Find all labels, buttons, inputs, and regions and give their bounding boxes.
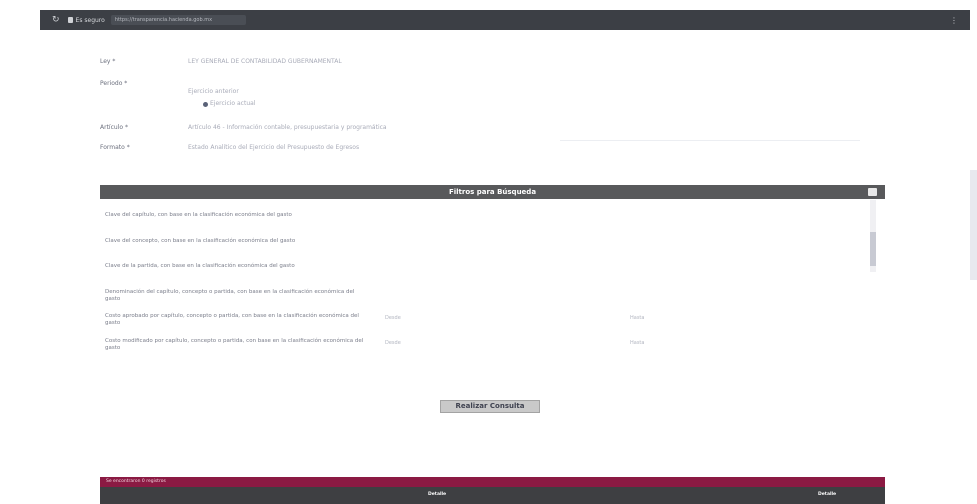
ley-select[interactable]: LEY GENERAL DE CONTABILIDAD GUBERNAMENTA… [188,58,342,65]
secure-label: Es seguro [75,16,105,24]
filter-clave-concepto-label: Clave del concepto, con base en la clasi… [105,238,296,244]
results-table-header: Detalle Detalle [100,487,885,504]
aprobado-from-input[interactable]: Desde [385,315,401,321]
periodo-label: Periodo * [100,80,128,87]
filter-denominacion-label: Denominación del capítulo, concepto o pa… [105,289,355,302]
modificado-to-input[interactable]: Hasta [630,340,644,346]
articulo-select[interactable]: Artículo 46 - Información contable, pres… [188,124,387,131]
kebab-menu-icon[interactable]: ⋮ [950,16,958,25]
query-button[interactable]: Realizar Consulta [440,400,540,413]
divider [560,140,860,141]
page-edge [970,170,977,280]
periodo-option-2-label: Ejercicio actual [210,100,256,107]
column-header-detail[interactable]: Detalle [428,492,446,497]
articulo-label: Artículo * [100,124,128,131]
formato-label: Formato * [100,144,130,151]
filters-header[interactable]: Filtros para Búsqueda [100,185,885,199]
periodo-option-1-label: Ejercicio anterior [188,88,239,95]
aprobado-to-input[interactable]: Hasta [630,315,644,321]
filters-title: Filtros para Búsqueda [448,188,537,196]
lock-icon [67,17,73,23]
formato-select[interactable]: Estado Analítico del Ejercicio del Presu… [188,144,359,151]
reload-icon[interactable]: ↻ [52,15,60,25]
results-count: Se encontraron 0 registros [100,477,885,487]
modificado-from-input[interactable]: Desde [385,340,401,346]
address-bar[interactable]: https://transparencia.hacienda.gob.mx [110,15,246,25]
ley-label: Ley * [100,58,116,65]
filters-scrollbar-thumb[interactable] [870,232,876,266]
filter-clave-partida-label: Clave de la partida, con base en la clas… [105,263,295,269]
collapse-toggle-icon[interactable] [868,188,877,196]
column-header-detail-2[interactable]: Detalle [818,492,836,497]
filter-costo-aprobado-label: Costo aprobado por capítulo, concepto o … [105,313,359,326]
filter-clave-capitulo-label: Clave del capítulo, con base en la clasi… [105,212,292,218]
radio-selected-icon[interactable] [203,102,208,107]
filter-costo-modificado-label: Costo modificado por capítulo, concepto … [105,338,364,351]
browser-toolbar: ↻ Es seguro https://transparencia.hacien… [40,10,970,30]
